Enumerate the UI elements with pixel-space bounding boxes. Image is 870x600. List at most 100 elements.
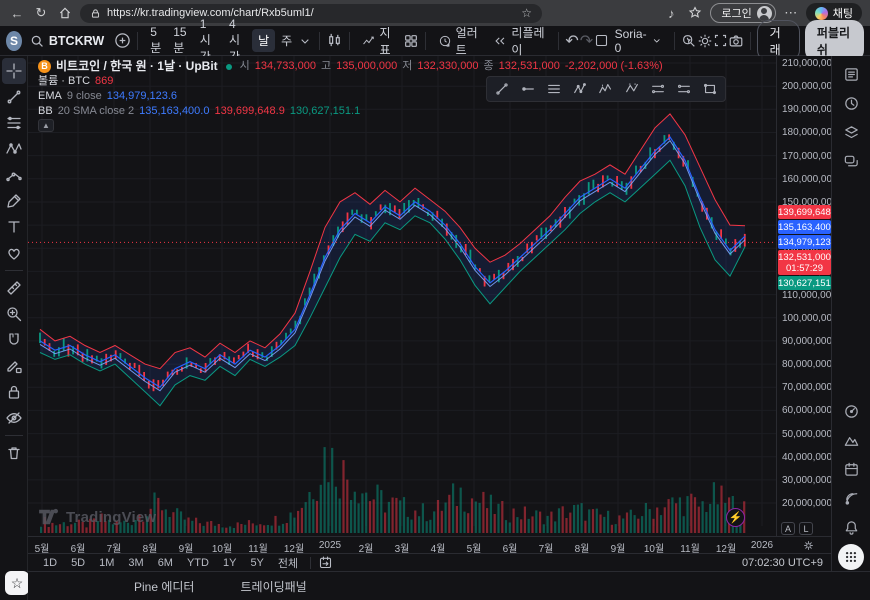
apps-grid-button[interactable] xyxy=(837,542,865,571)
emoji-tool-icon[interactable] xyxy=(2,240,26,266)
tab-trading-panel[interactable]: 트레이딩패널 xyxy=(240,578,306,595)
range-1D[interactable]: 1D xyxy=(36,556,64,570)
timeframe-15분[interactable]: 15분 xyxy=(167,22,194,59)
fav-horizontal-ray-icon[interactable] xyxy=(516,78,540,100)
right-sidebar xyxy=(831,56,870,600)
timeframe-날[interactable]: 날 xyxy=(252,29,275,52)
bookmark-star-icon[interactable]: ☆ xyxy=(521,6,532,20)
hide-drawings-tool-icon[interactable] xyxy=(2,405,26,431)
range-1Y[interactable]: 1Y xyxy=(216,556,243,570)
chat-label: 채팅 xyxy=(833,5,853,21)
timeframe-주[interactable]: 주 xyxy=(275,29,298,52)
time-axis-settings-icon[interactable] xyxy=(802,539,815,552)
indicator-templates-icon[interactable] xyxy=(403,32,419,50)
favorites-star-button[interactable]: ☆ xyxy=(5,571,29,595)
alerts-icon[interactable] xyxy=(837,89,865,118)
fav-trend-line-icon[interactable] xyxy=(490,78,514,100)
redo-icon[interactable]: ↷ xyxy=(579,32,593,50)
range-3M[interactable]: 3M xyxy=(121,556,150,570)
auto-scale-button[interactable]: A xyxy=(781,522,795,535)
indicators-button[interactable]: 지표 xyxy=(356,21,403,61)
user-avatar[interactable]: S xyxy=(6,31,22,51)
range-6M[interactable]: 6M xyxy=(151,556,180,570)
gauge-icon[interactable] xyxy=(837,397,865,426)
undo-icon[interactable]: ↶ xyxy=(565,32,579,50)
fav-parallel-lines-icon[interactable] xyxy=(542,78,566,100)
object-tree-icon[interactable] xyxy=(837,118,865,147)
time-axis[interactable]: 5월6월7월8월9월10월11월12월20252월3월4월5월6월7월8월9월1… xyxy=(28,536,831,553)
instant-trading-icon[interactable]: ⚡ xyxy=(726,508,745,527)
browser-home-icon[interactable] xyxy=(56,4,74,22)
watchlist-icon[interactable] xyxy=(837,60,865,89)
news-signal-icon[interactable] xyxy=(837,484,865,513)
chart-pane[interactable]: B 비트코인 / 한국 원 · 1날 · UpBit 시134,733,000 … xyxy=(28,56,776,536)
add-symbol-icon[interactable] xyxy=(114,32,131,50)
range-5Y[interactable]: 5Y xyxy=(243,556,270,570)
media-controls-icon[interactable]: ♪ xyxy=(662,4,680,22)
crosshair-tool-icon[interactable] xyxy=(2,58,26,84)
brush-tool-icon[interactable] xyxy=(2,188,26,214)
alert-button[interactable]: 얼러트 xyxy=(432,21,488,61)
chat-icon[interactable] xyxy=(837,147,865,176)
low-value: 132,330,000 xyxy=(417,59,478,74)
toolbar-divider xyxy=(5,435,23,436)
tradingview-logo-icon xyxy=(38,508,60,526)
browser-reload-icon[interactable]: ↻ xyxy=(32,4,50,22)
symbol-search-button[interactable]: BTCKRW xyxy=(30,34,104,48)
magnet-tool-icon[interactable] xyxy=(2,327,26,353)
open-label: 시 xyxy=(240,59,250,74)
range-5D[interactable]: 5D xyxy=(64,556,92,570)
timeframe-dropdown-icon[interactable] xyxy=(298,32,312,50)
close-label: 종 xyxy=(484,59,494,74)
quick-search-icon[interactable] xyxy=(681,32,697,50)
session-clock[interactable]: 07:02:30 UTC+9 xyxy=(742,557,823,569)
fullscreen-icon[interactable] xyxy=(713,32,728,50)
calendar-icon[interactable] xyxy=(837,455,865,484)
collections-icon[interactable] xyxy=(686,4,704,22)
indicators-label: 지표 xyxy=(379,24,396,58)
range-1M[interactable]: 1M xyxy=(92,556,121,570)
chart-style-icon[interactable] xyxy=(326,32,343,50)
ideas-icon[interactable] xyxy=(837,426,865,455)
trend-line-tool-icon[interactable] xyxy=(2,84,26,110)
remove-drawings-tool-icon[interactable] xyxy=(2,440,26,466)
pattern-tool-icon[interactable] xyxy=(2,136,26,162)
replay-button[interactable]: 리플레이 xyxy=(487,21,552,61)
log-scale-button[interactable]: L xyxy=(799,522,813,535)
snapshot-camera-icon[interactable] xyxy=(728,32,744,50)
legend-bb-row[interactable]: BB 20 SMA close 2 135,163,400.0 139,699,… xyxy=(38,104,663,119)
price-tick: 50,000,000 xyxy=(782,429,832,440)
layout-name: Soria-0 xyxy=(615,27,649,55)
notifications-bell-icon[interactable] xyxy=(837,513,865,542)
text-tool-icon[interactable] xyxy=(2,214,26,240)
layout-name-button[interactable]: Soria-0 xyxy=(609,24,668,58)
fib-retracement-tool-icon[interactable] xyxy=(2,110,26,136)
measure-tool-icon[interactable] xyxy=(2,275,26,301)
high-label: 고 xyxy=(321,59,331,74)
lock-drawings-tool-icon[interactable] xyxy=(2,379,26,405)
zoom-in-tool-icon[interactable] xyxy=(2,301,26,327)
drawing-mode-tool-icon[interactable] xyxy=(2,353,26,379)
fav-short-position-icon[interactable] xyxy=(672,78,696,100)
layout-select-icon[interactable] xyxy=(594,32,609,50)
range-YTD[interactable]: YTD xyxy=(180,556,216,570)
fav-rectangle-icon[interactable] xyxy=(698,78,722,100)
indicator-price-badge: 130,627,151.1 xyxy=(778,276,831,290)
fav-elliott-wave-icon[interactable] xyxy=(594,78,618,100)
timeframe-5분[interactable]: 5분 xyxy=(144,22,167,59)
bb-label: BB xyxy=(38,104,53,119)
fav-long-position-icon[interactable] xyxy=(646,78,670,100)
fav-pitchfork-icon[interactable] xyxy=(568,78,592,100)
settings-gear-icon[interactable] xyxy=(697,32,713,50)
legend-collapse-button[interactable]: ▲ xyxy=(38,119,54,132)
forecast-tool-icon[interactable] xyxy=(2,162,26,188)
fav-abcd-pattern-icon[interactable] xyxy=(620,78,644,100)
goto-date-icon[interactable] xyxy=(316,554,334,572)
tab-pine-editor[interactable]: Pine 에디터 xyxy=(134,578,194,595)
favorite-drawings-toolbar xyxy=(486,76,726,102)
browser-back-icon[interactable]: ← xyxy=(8,4,26,22)
price-chart[interactable] xyxy=(28,56,776,536)
price-axis[interactable]: 210,000,000200,000,000190,000,000180,000… xyxy=(776,56,831,536)
legend-symbol-row[interactable]: B 비트코인 / 한국 원 · 1날 · UpBit 시134,733,000 … xyxy=(38,59,663,74)
range-전체[interactable]: 전체 xyxy=(271,554,305,572)
